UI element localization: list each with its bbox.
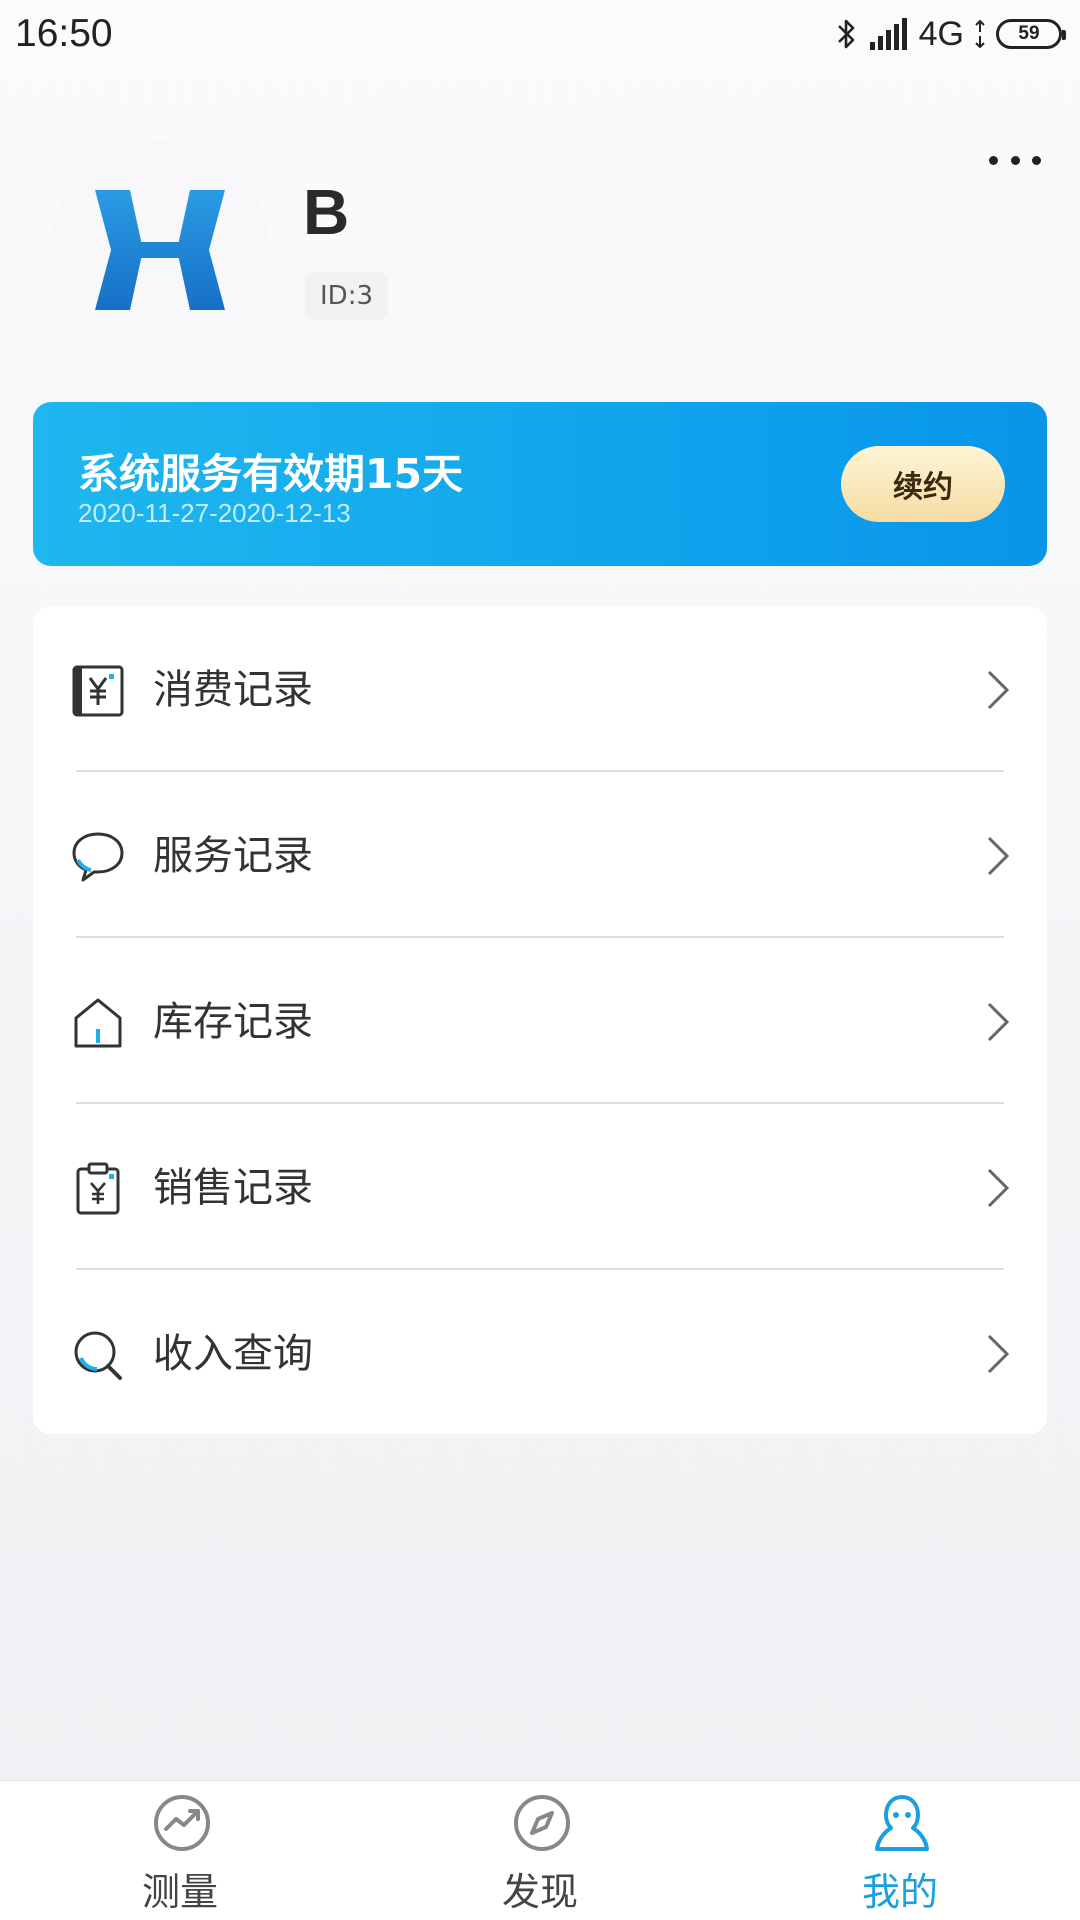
- house-icon: [74, 998, 122, 1048]
- menu-item-income-query[interactable]: 收入查询: [33, 1270, 1047, 1436]
- service-validity-card: 系统服务有效期15天 2020-11-27-2020-12-13 续约: [33, 402, 1047, 566]
- menu-item-label: 消费记录: [153, 667, 313, 713]
- more-dot: [1010, 155, 1020, 165]
- menu-list: 消费记录 服务记录 库存记录 销售记录 收入查询: [33, 606, 1047, 1434]
- chevron-right-icon: [987, 836, 1010, 876]
- signal-icon: [869, 18, 907, 50]
- search-icon: [74, 1331, 122, 1380]
- service-dates: 2020-11-27-2020-12-13: [78, 498, 351, 528]
- tab-discover[interactable]: 发现: [440, 1781, 640, 1920]
- service-title: 系统服务有效期15天: [78, 450, 464, 498]
- menu-item-label: 库存记录: [153, 999, 313, 1045]
- compass-icon: [514, 1795, 570, 1851]
- person-icon: [875, 1795, 929, 1851]
- chevron-right-icon: [987, 1168, 1010, 1208]
- chat-bubble-icon: [72, 832, 124, 882]
- tab-mine[interactable]: 我的: [800, 1781, 1000, 1920]
- bottom-nav: 测量 发现 我的: [0, 1780, 1080, 1920]
- menu-item-label: 服务记录: [153, 833, 313, 879]
- brand-logo-icon: [95, 190, 225, 310]
- user-id-badge: ID:3: [305, 272, 388, 320]
- bluetooth-icon: [837, 19, 854, 49]
- menu-item-label: 销售记录: [153, 1165, 313, 1211]
- chevron-right-icon: [987, 1334, 1010, 1374]
- tab-label: 测量: [141, 1870, 218, 1914]
- menu-item-label: 收入查询: [153, 1331, 313, 1377]
- clipboard-yuan-icon: [76, 1162, 120, 1215]
- tab-label: 发现: [501, 1870, 578, 1914]
- user-name: B: [303, 176, 350, 248]
- yuan-receipt-icon: [72, 665, 124, 717]
- menu-item-sales-records[interactable]: 销售记录: [33, 1104, 1047, 1270]
- battery-indicator: 59: [996, 19, 1066, 49]
- more-dot: [989, 155, 998, 165]
- data-arrows-icon: [975, 19, 985, 49]
- menu-item-service-records[interactable]: 服务记录: [33, 772, 1047, 938]
- trend-circle-icon: [154, 1795, 210, 1851]
- chevron-right-icon: [987, 1002, 1010, 1042]
- more-dot: [1032, 155, 1041, 165]
- status-icons: 4G 59: [835, 12, 1066, 56]
- avatar[interactable]: [50, 140, 270, 360]
- tab-label: 我的: [861, 1870, 938, 1914]
- chevron-right-icon: [987, 670, 1010, 710]
- renew-button[interactable]: 续约: [841, 446, 1005, 522]
- menu-item-consumption-records[interactable]: 消费记录: [33, 606, 1047, 772]
- more-options-button[interactable]: [985, 140, 1045, 180]
- status-time: 16:50: [15, 12, 113, 55]
- menu-item-inventory-records[interactable]: 库存记录: [33, 938, 1047, 1104]
- tab-measure[interactable]: 测量: [80, 1781, 280, 1920]
- status-bar: 16:50 4G 59: [0, 0, 1080, 70]
- network-type: 4G: [918, 14, 964, 53]
